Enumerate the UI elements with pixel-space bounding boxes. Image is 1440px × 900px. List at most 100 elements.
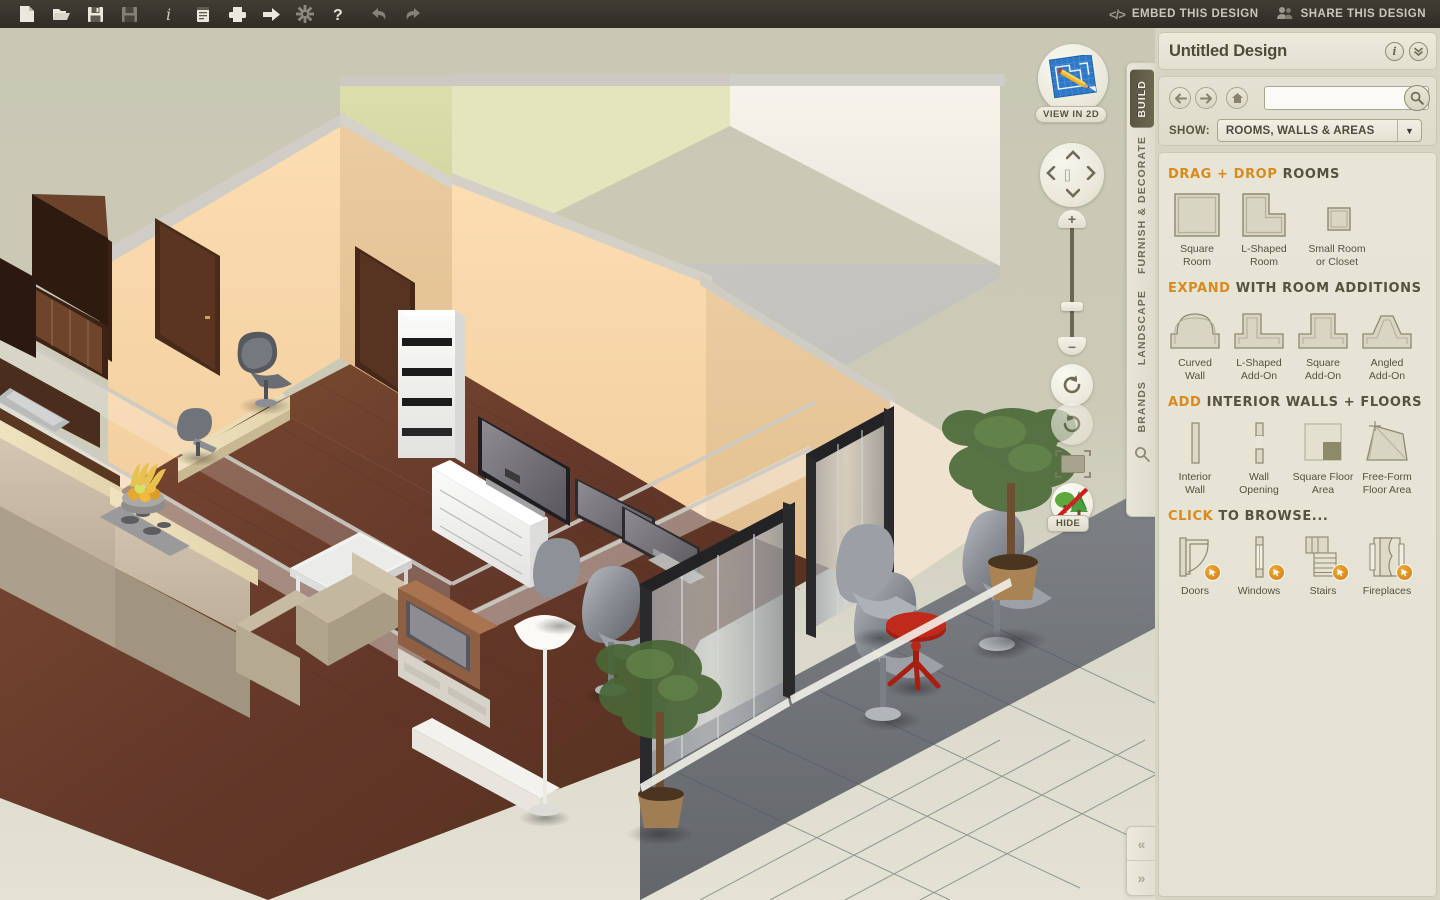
info-icon[interactable]: i: [152, 1, 186, 27]
item-small-room-or-closet[interactable]: Small Room or Closet: [1297, 190, 1377, 268]
print-icon[interactable]: [220, 1, 254, 27]
stairs-icon: [1295, 532, 1351, 581]
new-document-icon[interactable]: [10, 1, 44, 27]
panel-header: Untitled Design i: [1158, 32, 1437, 70]
zoom-slider[interactable]: + –: [1058, 210, 1086, 355]
angled-addon-icon: [1359, 304, 1415, 352]
topbar-actions: </> EMBED THIS DESIGN SHARE THIS DESIGN: [1109, 6, 1440, 23]
open-folder-icon[interactable]: [44, 1, 78, 27]
help-icon[interactable]: ?: [322, 1, 356, 27]
toolbar-icon-group: i ?: [0, 1, 430, 27]
forward-button[interactable]: [1195, 87, 1217, 109]
item-label: Curved Wall: [1178, 357, 1212, 382]
search-icon[interactable]: [1134, 446, 1150, 467]
redo-icon[interactable]: [396, 1, 430, 27]
door-icon: [1167, 532, 1223, 581]
notes-icon[interactable]: [186, 1, 220, 27]
search-icon[interactable]: [1404, 85, 1430, 111]
nav-recenter-button[interactable]: [ ]: [1064, 167, 1080, 183]
zoom-in-button[interactable]: +: [1058, 210, 1086, 228]
item-label: Angled Add-On: [1368, 357, 1406, 382]
item-free-form-floor-area[interactable]: Free-Form Floor Area: [1355, 418, 1419, 496]
show-label: SHOW:: [1169, 124, 1210, 137]
item-interior-wall[interactable]: Interior Wall: [1163, 418, 1227, 496]
item-label: Doors: [1180, 585, 1209, 597]
svg-text:?: ?: [333, 7, 343, 23]
home-button[interactable]: [1226, 87, 1248, 109]
item-label: Free-Form Floor Area: [1362, 471, 1412, 496]
item-l-shaped-room[interactable]: L-Shaped Room: [1231, 190, 1297, 268]
back-button[interactable]: [1169, 87, 1191, 109]
item-label: Interior Wall: [1178, 471, 1212, 496]
screenshot-icon[interactable]: [1053, 448, 1093, 480]
item-square-add-on[interactable]: Square Add-On: [1291, 304, 1355, 382]
rail-tab-brands[interactable]: BRANDS: [1132, 373, 1152, 441]
undo-icon[interactable]: [362, 1, 396, 27]
camera-nav-pad[interactable]: [ ]: [1040, 143, 1104, 207]
nav-up-arrow[interactable]: [1065, 147, 1081, 164]
section-expand-room-additions: EXPAND WITH ROOM ADDITIONS Curved Wall L-…: [1159, 281, 1436, 382]
section-items: Square Room L-Shaped Room Small Room or Clo…: [1159, 190, 1436, 268]
section-title-highlight: EXPAND: [1168, 281, 1231, 296]
item-label: Stairs: [1309, 585, 1337, 597]
small-room-icon: [1309, 190, 1365, 238]
rail-tab-build[interactable]: BUILD: [1129, 70, 1154, 128]
item-doors[interactable]: Doors: [1163, 532, 1227, 598]
settings-gear-icon[interactable]: [288, 1, 322, 27]
export-icon[interactable]: [254, 1, 288, 27]
info-icon[interactable]: i: [1385, 41, 1404, 61]
view-in-2d-button[interactable]: VIEW IN 2D: [1035, 44, 1110, 124]
zoom-track[interactable]: [1070, 222, 1074, 347]
curved-wall-icon: [1167, 304, 1223, 352]
save-as-icon[interactable]: [112, 1, 146, 27]
rail-tab-landscape[interactable]: LANDSCAPE: [1132, 282, 1152, 373]
hide-label: HIDE: [1047, 515, 1090, 532]
chevron-down-icon[interactable]: ▼: [1396, 120, 1421, 141]
share-design-button[interactable]: SHARE THIS DESIGN: [1276, 6, 1426, 23]
section-add-interior-walls-floors: ADD INTERIOR WALLS + FLOORS Interior Wall…: [1159, 395, 1436, 496]
square-floor-area-icon: [1295, 418, 1351, 466]
rotate-counterclockwise-icon[interactable]: [1051, 364, 1093, 406]
zoom-handle[interactable]: [1061, 302, 1083, 311]
item-fireplaces[interactable]: Fireplaces: [1355, 532, 1419, 598]
nav-left-arrow[interactable]: [1046, 165, 1056, 184]
embed-design-button[interactable]: </> EMBED THIS DESIGN: [1109, 7, 1259, 22]
item-l-shaped-add-on[interactable]: L-Shaped Add-On: [1227, 304, 1291, 382]
save-icon[interactable]: [78, 1, 112, 27]
interior-wall-icon: [1167, 418, 1223, 466]
panel-navigation: SHOW: ROOMS, WALLS & AREAS ▼: [1158, 76, 1437, 146]
item-wall-opening[interactable]: Wall Opening: [1227, 418, 1291, 496]
design-title: Untitled Design: [1169, 41, 1288, 60]
collapse-panel-button[interactable]: «: [1127, 827, 1156, 861]
browse-badge: [1268, 564, 1285, 581]
show-dropdown[interactable]: ROOMS, WALLS & AREAS ▼: [1216, 119, 1422, 142]
svg-text:i: i: [166, 5, 171, 23]
rail-tab-furnish-decorate[interactable]: FURNISH & DECORATE: [1132, 128, 1152, 282]
item-curved-wall[interactable]: Curved Wall: [1163, 304, 1227, 382]
item-square-room[interactable]: Square Room: [1163, 190, 1231, 268]
section-title: DRAG + DROP ROOMS: [1168, 167, 1436, 182]
show-filter-row: SHOW: ROOMS, WALLS & AREAS ▼: [1169, 119, 1422, 142]
zoom-out-button[interactable]: –: [1058, 337, 1086, 355]
item-angled-add-on[interactable]: Angled Add-On: [1355, 304, 1419, 382]
item-stairs[interactable]: Stairs: [1291, 532, 1355, 598]
chevron-down-icon[interactable]: [1409, 41, 1428, 61]
rotate-clockwise-icon[interactable]: [1051, 403, 1093, 445]
item-label: Square Add-On: [1304, 357, 1342, 382]
item-windows[interactable]: Windows: [1227, 532, 1291, 598]
item-square-floor-area[interactable]: Square Floor Area: [1291, 418, 1355, 496]
search-field-wrapper[interactable]: [1264, 85, 1430, 111]
search-input[interactable]: [1265, 87, 1405, 109]
section-title: EXPAND WITH ROOM ADDITIONS: [1168, 281, 1436, 296]
free-form-floor-area-icon: [1359, 418, 1415, 466]
square-room-icon: [1169, 190, 1225, 238]
nav-right-arrow[interactable]: [1086, 165, 1096, 184]
browse-badge: [1396, 564, 1413, 581]
expand-panel-button[interactable]: »: [1127, 861, 1156, 895]
item-label: Square Floor Area: [1292, 471, 1354, 496]
l-shaped-addon-icon: [1231, 304, 1287, 352]
nav-down-arrow[interactable]: [1065, 185, 1081, 202]
section-title-highlight: DRAG + DROP: [1168, 167, 1278, 182]
section-title-highlight: CLICK: [1168, 509, 1214, 524]
design-canvas-3d[interactable]: [0, 28, 1155, 900]
